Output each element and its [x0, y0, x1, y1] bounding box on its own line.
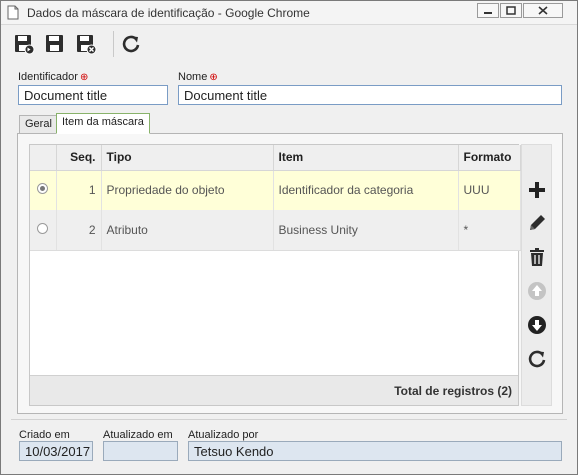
grid-header: Seq. Tipo Item Formato [30, 145, 521, 171]
save-close-icon [77, 35, 97, 55]
toolbar-separator [113, 31, 114, 57]
cell-tipo: Atributo [101, 210, 274, 251]
move-up-button[interactable] [525, 279, 549, 303]
row-radio[interactable] [37, 183, 49, 195]
save-new-icon [15, 35, 35, 55]
column-item[interactable]: Item [273, 145, 459, 171]
move-up-icon [528, 282, 546, 300]
criado-em-label: Criado em [19, 429, 70, 441]
document-icon [7, 5, 19, 23]
column-select [30, 145, 57, 171]
identificador-field[interactable]: Document title [18, 85, 168, 105]
required-icon: ⊕ [209, 72, 218, 83]
grid-actions [521, 144, 552, 406]
atualizado-em-field [103, 441, 178, 461]
footer-separator [11, 419, 567, 420]
tab-panel: Seq. Tipo Item Formato 1 Propriedade do … [17, 133, 563, 414]
close-button[interactable] [523, 3, 563, 18]
atualizado-em-label: Atualizado em [103, 429, 173, 441]
criado-em-field: 10/03/2017 [19, 441, 93, 461]
save-close-button[interactable] [73, 31, 99, 57]
cell-seq: 1 [56, 170, 102, 210]
items-grid: Seq. Tipo Item Formato 1 Propriedade do … [29, 144, 521, 406]
column-formato[interactable]: Formato [458, 145, 521, 171]
refresh-icon [528, 350, 546, 368]
identificador-label: Identificador ⊕ [18, 71, 89, 83]
table-row[interactable]: 2 Atributo Business Unity * [30, 210, 521, 251]
nome-field[interactable]: Document title [178, 85, 562, 105]
nome-label: Nome ⊕ [178, 71, 218, 83]
cell-item: Identificador da categoria [273, 170, 459, 210]
add-icon [529, 182, 545, 198]
restore-button[interactable] [500, 3, 522, 18]
delete-button[interactable] [525, 245, 549, 269]
refresh-button[interactable] [118, 31, 144, 57]
save-new-button[interactable] [11, 31, 37, 57]
cell-item: Business Unity [273, 210, 459, 251]
atualizado-por-label: Atualizado por [188, 429, 259, 441]
tab-geral[interactable]: Geral [19, 115, 58, 133]
row-radio[interactable] [37, 222, 49, 234]
move-down-icon [528, 316, 546, 334]
column-seq[interactable]: Seq. [56, 145, 102, 171]
window-title: Dados da máscara de identificação - Goog… [27, 6, 310, 20]
trash-icon [530, 248, 544, 266]
minimize-icon [484, 11, 492, 14]
save-button[interactable] [42, 31, 68, 57]
required-icon: ⊕ [79, 72, 89, 83]
grid-refresh-button[interactable] [525, 347, 549, 371]
atualizado-por-field: Tetsuo Kendo [188, 441, 562, 461]
edit-button[interactable] [525, 211, 549, 235]
edit-icon [530, 215, 545, 230]
browser-window: Dados da máscara de identificação - Goog… [0, 0, 578, 475]
table-row[interactable]: 1 Propriedade do objeto Identificador da… [30, 170, 521, 210]
row-radio-cell[interactable] [30, 170, 57, 210]
cell-formato: * [458, 210, 521, 251]
refresh-icon [122, 35, 140, 53]
close-icon [538, 6, 548, 15]
cell-seq: 2 [56, 210, 102, 251]
tab-item-da-mascara[interactable]: Item da máscara [56, 113, 150, 134]
move-down-button[interactable] [525, 313, 549, 337]
toolbar [1, 26, 577, 62]
cell-formato: UUU [458, 170, 521, 210]
grid-total: Total de registros (2) [30, 375, 518, 405]
restore-icon [506, 6, 516, 15]
minimize-button[interactable] [477, 3, 499, 18]
row-radio-cell[interactable] [30, 210, 57, 251]
column-tipo[interactable]: Tipo [101, 145, 274, 171]
title-bar: Dados da máscara de identificação - Goog… [1, 1, 577, 25]
add-button[interactable] [525, 178, 549, 202]
save-icon [46, 35, 63, 52]
cell-tipo: Propriedade do objeto [101, 170, 274, 210]
